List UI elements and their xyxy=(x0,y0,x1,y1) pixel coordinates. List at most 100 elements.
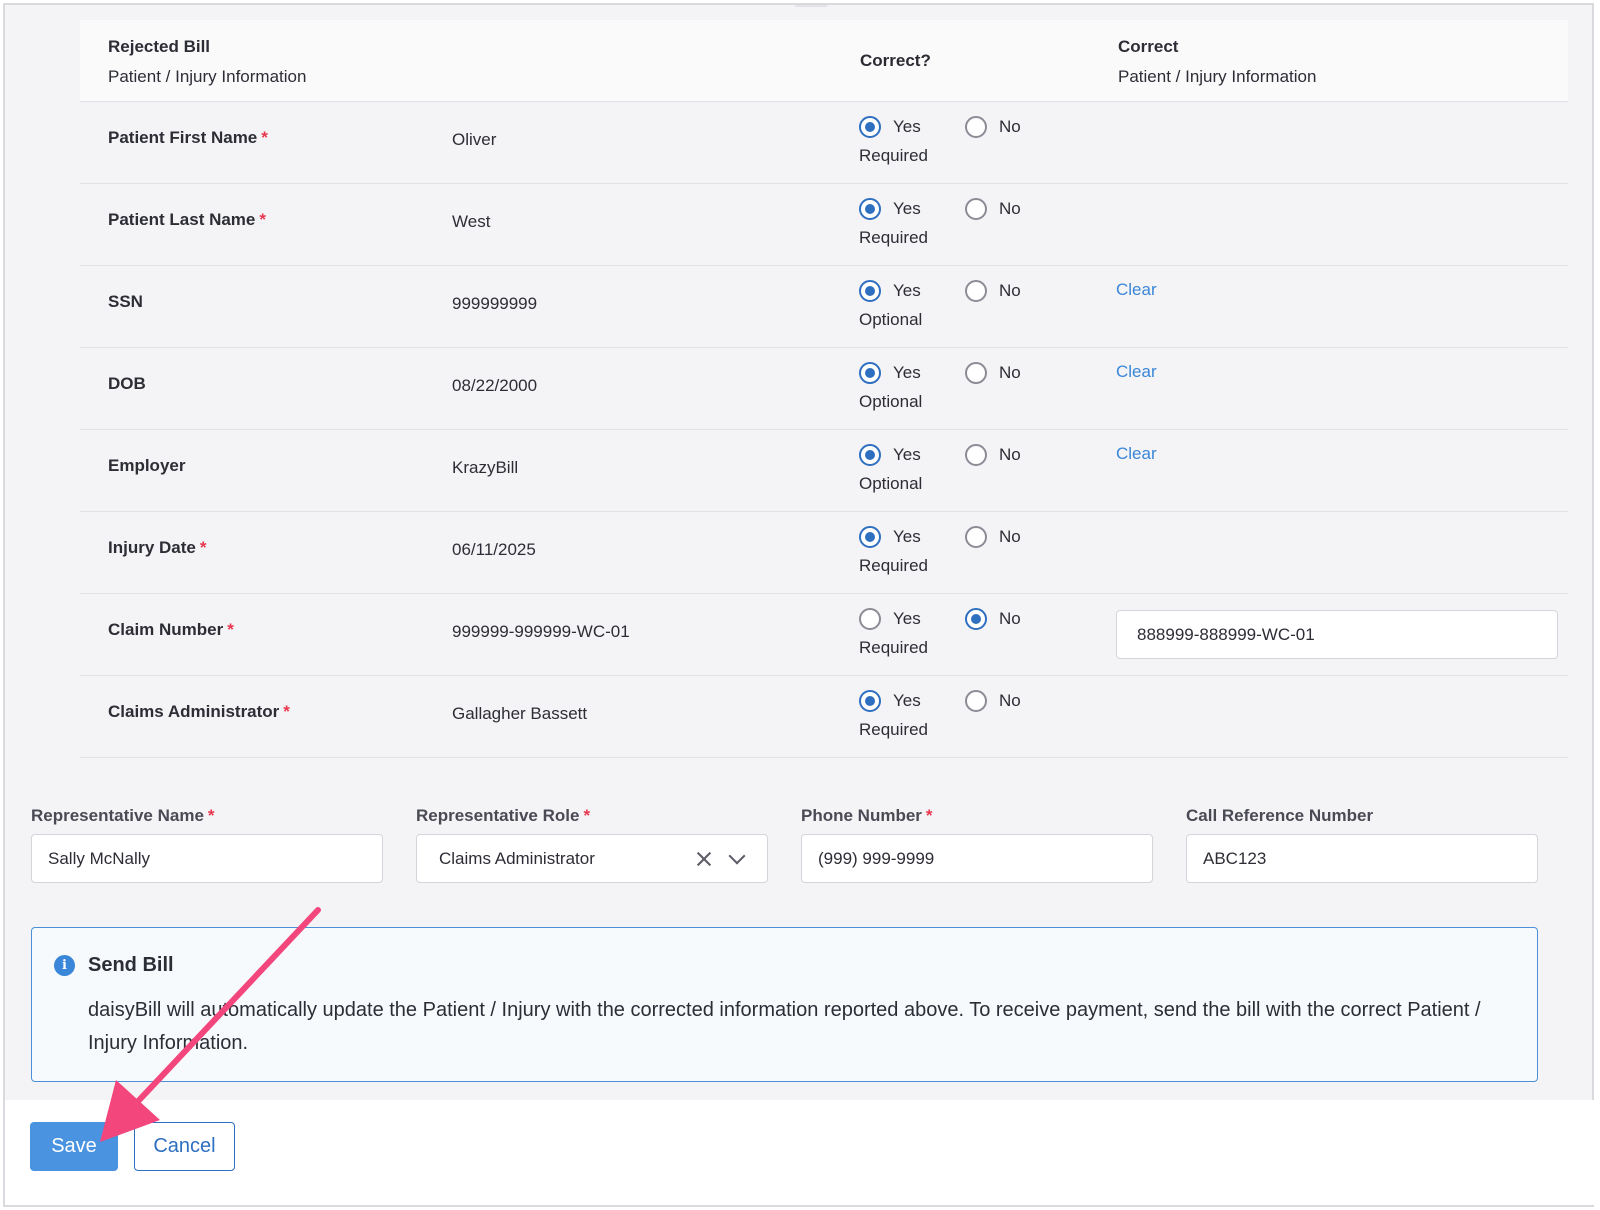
clear-link[interactable]: Clear xyxy=(1116,280,1157,300)
call-reference-group: Call Reference Number ABC123 xyxy=(1186,804,1538,883)
radio-no-label: No xyxy=(999,363,1021,382)
correct-radio-group: Yes No Required xyxy=(859,524,1119,584)
radio-circle[interactable] xyxy=(965,198,987,220)
radio-yes-label: Yes xyxy=(893,691,921,710)
radio-yes-label: Yes xyxy=(893,117,921,136)
radio-no-label: No xyxy=(999,445,1021,464)
correct-value-input[interactable] xyxy=(1116,610,1558,659)
call-reference-input[interactable]: ABC123 xyxy=(1186,834,1538,883)
field-label: Patient First Name * xyxy=(108,128,268,147)
radio-circle[interactable] xyxy=(965,362,987,384)
radio-yes[interactable]: Yes xyxy=(859,196,921,222)
field-status: Required xyxy=(859,638,928,657)
correct-radio-group: Yes No Optional xyxy=(859,442,1119,502)
radio-yes[interactable]: Yes xyxy=(859,606,921,632)
radio-yes-label: Yes xyxy=(893,527,921,546)
radio-no[interactable]: No xyxy=(965,278,1021,304)
representative-name-input[interactable]: Sally McNally xyxy=(31,834,383,883)
radio-no[interactable]: No xyxy=(965,524,1021,550)
radio-circle[interactable] xyxy=(859,116,881,138)
field-status: Required xyxy=(859,228,928,247)
radio-yes-label: Yes xyxy=(893,609,921,628)
radio-circle[interactable] xyxy=(965,444,987,466)
field-label: Claims Administrator * xyxy=(108,702,290,721)
radio-circle[interactable] xyxy=(859,526,881,548)
radio-yes-label: Yes xyxy=(893,445,921,464)
radio-yes[interactable]: Yes xyxy=(859,360,921,386)
representative-role-group: Representative Role * Claims Administrato… xyxy=(416,804,768,883)
field-label: SSN xyxy=(108,292,143,311)
correct-radio-group: Yes No Required xyxy=(859,606,1119,666)
radio-yes[interactable]: Yes xyxy=(859,688,921,714)
cancel-button[interactable]: Cancel xyxy=(134,1122,235,1171)
radio-circle[interactable] xyxy=(965,280,987,302)
radio-yes[interactable]: Yes xyxy=(859,524,921,550)
radio-circle[interactable] xyxy=(965,116,987,138)
radio-circle[interactable] xyxy=(965,690,987,712)
top-divider xyxy=(795,5,827,7)
field-value: 999999999 xyxy=(452,294,538,313)
radio-no-label: No xyxy=(999,199,1021,218)
radio-circle[interactable] xyxy=(859,198,881,220)
info-icon: i xyxy=(54,955,75,976)
radio-circle[interactable] xyxy=(965,526,987,548)
radio-circle[interactable] xyxy=(859,690,881,712)
phone-number-group: Phone Number * (999) 999-9999 xyxy=(801,804,1153,883)
radio-circle[interactable] xyxy=(965,608,987,630)
required-star: * xyxy=(283,702,290,721)
radio-no[interactable]: No xyxy=(965,606,1021,632)
phone-number-label: Phone Number * xyxy=(801,806,933,825)
field-label: Claim Number * xyxy=(108,620,234,639)
radio-yes[interactable]: Yes xyxy=(859,278,921,304)
radio-no[interactable]: No xyxy=(965,360,1021,386)
send-bill-title: Send Bill xyxy=(88,954,174,976)
representative-role-label: Representative Role * xyxy=(416,806,591,825)
radio-circle[interactable] xyxy=(859,444,881,466)
radio-no[interactable]: No xyxy=(965,196,1021,222)
table-row: Claims Administrator * Gallagher Bassett Ye… xyxy=(80,676,1568,758)
radio-yes[interactable]: Yes xyxy=(859,114,921,140)
required-star: * xyxy=(261,128,268,147)
form-footer: Save Cancel xyxy=(5,1100,1594,1205)
field-value: Gallagher Bassett xyxy=(452,704,588,723)
field-status: Required xyxy=(859,146,928,165)
radio-no-label: No xyxy=(999,691,1021,710)
header-rejected: Rejected Bill Patient / Injury Informati… xyxy=(108,32,306,92)
correct-radio-group: Yes No Required xyxy=(859,196,1119,256)
clear-link[interactable]: Clear xyxy=(1116,362,1157,382)
correct-radio-group: Yes No Required xyxy=(859,688,1119,748)
save-button[interactable]: Save xyxy=(30,1122,118,1171)
field-label: DOB xyxy=(108,374,146,393)
clear-link[interactable]: Clear xyxy=(1116,444,1157,464)
correct-radio-group: Yes No Required xyxy=(859,114,1119,174)
phone-number-input[interactable]: (999) 999-9999 xyxy=(801,834,1153,883)
representative-role-value: Claims Administrator xyxy=(439,848,595,868)
table-row: Patient Last Name * West Yes No Required xyxy=(80,184,1568,266)
call-reference-value: ABC123 xyxy=(1203,848,1267,868)
radio-no-label: No xyxy=(999,527,1021,546)
radio-circle[interactable] xyxy=(859,362,881,384)
radio-yes[interactable]: Yes xyxy=(859,442,921,468)
radio-no[interactable]: No xyxy=(965,442,1021,468)
field-value: KrazyBill xyxy=(452,458,519,477)
radio-yes-label: Yes xyxy=(893,281,921,300)
clear-icon[interactable] xyxy=(695,850,713,868)
table-row: Injury Date * 06/11/2025 Yes No Required xyxy=(80,512,1568,594)
radio-circle[interactable] xyxy=(859,280,881,302)
table-body: Patient First Name * Oliver Yes No Required Pa… xyxy=(80,102,1568,758)
field-label: Patient Last Name * xyxy=(108,210,267,229)
header-correct-title: Correct xyxy=(1118,37,1179,56)
table-row: Employer KrazyBill Yes No Optional Clear xyxy=(80,430,1568,512)
field-value: 06/11/2025 xyxy=(452,540,536,559)
radio-no[interactable]: No xyxy=(965,688,1021,714)
radio-circle[interactable] xyxy=(859,608,881,630)
field-label: Employer xyxy=(108,456,186,475)
required-star: * xyxy=(583,806,591,825)
chevron-down-icon[interactable] xyxy=(728,847,746,864)
radio-no[interactable]: No xyxy=(965,114,1021,140)
correct-radio-group: Yes No Optional xyxy=(859,278,1119,338)
table-header: Rejected Bill Patient / Injury Informati… xyxy=(80,20,1568,102)
header-correct: Correct Patient / Injury Information xyxy=(1118,32,1316,92)
representative-role-select[interactable]: Claims Administrator xyxy=(416,834,768,883)
header-correct-sub: Patient / Injury Information xyxy=(1118,67,1317,86)
